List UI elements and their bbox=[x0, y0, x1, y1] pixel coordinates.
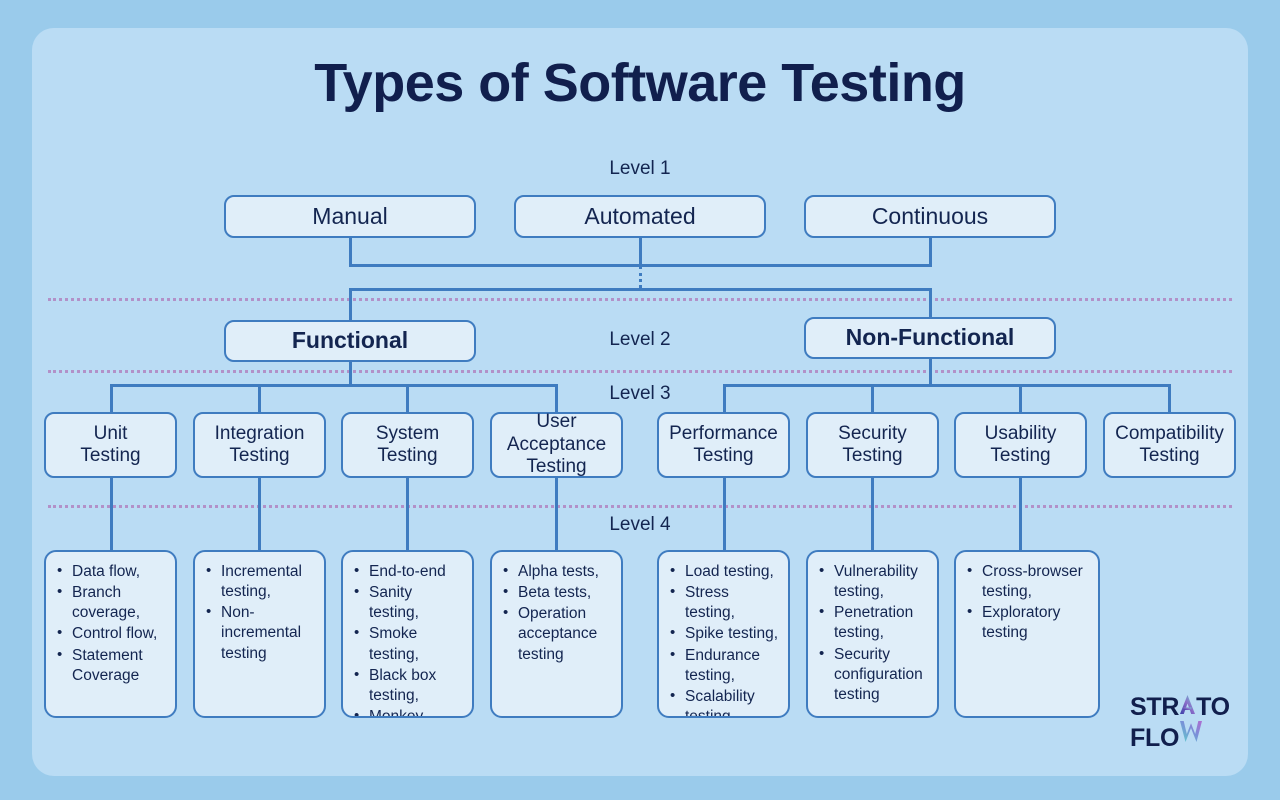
logo-letter-w bbox=[1179, 720, 1203, 751]
connector-security-to-details bbox=[871, 478, 874, 550]
node-security-testing[interactable]: Security Testing bbox=[806, 412, 939, 478]
connector-usability-to-details bbox=[1019, 478, 1022, 550]
node-usability-testing[interactable]: Usability Testing bbox=[954, 412, 1087, 478]
details-unit-testing[interactable]: Data flow,Branch coverage,Control flow,S… bbox=[44, 550, 177, 718]
connector-nonfunctional-down bbox=[929, 359, 932, 384]
level-1-label: Level 1 bbox=[609, 158, 671, 179]
details-list-item: Stress testing, bbox=[670, 582, 780, 623]
connector-to-compatibility-testing bbox=[1168, 384, 1171, 412]
node-compatibility-testing[interactable]: Compatibility Testing bbox=[1103, 412, 1236, 478]
details-list-item: Monkey testing bbox=[354, 706, 464, 716]
details-list-item: Sanity testing, bbox=[354, 582, 464, 623]
diagram-canvas: Types of Software Testing Level 1 Level … bbox=[0, 0, 1280, 800]
details-list-item: Branch coverage, bbox=[57, 582, 167, 623]
connector-bus-to-functional bbox=[349, 288, 352, 320]
details-user-acceptance-testing[interactable]: Alpha tests,Beta tests,Operation accepta… bbox=[490, 550, 623, 718]
connector-functional-bus bbox=[110, 384, 558, 387]
node-automated[interactable]: Automated bbox=[514, 195, 766, 238]
connector-performance-to-details bbox=[723, 478, 726, 550]
connector-integration-to-details bbox=[258, 478, 261, 550]
details-list: Vulnerability testing,Penetration testin… bbox=[812, 561, 929, 705]
details-list-item: Spike testing, bbox=[670, 623, 780, 644]
node-integration-testing[interactable]: Integration Testing bbox=[193, 412, 326, 478]
details-list: Alpha tests,Beta tests,Operation accepta… bbox=[496, 561, 613, 665]
details-list: Incremental testing,Non-incremental test… bbox=[199, 561, 316, 664]
connector-level2-bus bbox=[349, 288, 932, 291]
details-security-testing[interactable]: Vulnerability testing,Penetration testin… bbox=[806, 550, 939, 718]
connector-to-unit-testing bbox=[110, 384, 113, 412]
details-list: Data flow,Branch coverage,Control flow,S… bbox=[50, 561, 167, 686]
connector-to-integration-testing bbox=[258, 384, 261, 412]
node-non-functional[interactable]: Non-Functional bbox=[804, 317, 1056, 359]
connector-to-usability-testing bbox=[1019, 384, 1022, 412]
details-list-item: End-to-end bbox=[354, 561, 464, 582]
connector-continuous-down bbox=[929, 238, 932, 266]
connector-bus-to-nonfunctional bbox=[929, 288, 932, 318]
node-manual[interactable]: Manual bbox=[224, 195, 476, 238]
details-list: End-to-endSanity testing,Smoke testing,B… bbox=[347, 561, 464, 716]
level-3-label: Level 3 bbox=[609, 383, 671, 404]
details-list-item: Security configuration testing bbox=[819, 644, 929, 705]
logo-text-to: TO bbox=[1196, 693, 1230, 721]
level-4-label: Level 4 bbox=[609, 514, 671, 535]
details-system-testing[interactable]: End-to-endSanity testing,Smoke testing,B… bbox=[341, 550, 474, 718]
details-list-item: Data flow, bbox=[57, 561, 167, 582]
details-list: Cross-browser testing,Exploratory testin… bbox=[960, 561, 1090, 644]
details-list-item: Beta tests, bbox=[503, 582, 613, 603]
node-continuous[interactable]: Continuous bbox=[804, 195, 1056, 238]
details-integration-testing[interactable]: Incremental testing,Non-incremental test… bbox=[193, 550, 326, 718]
connector-manual-down bbox=[349, 238, 352, 266]
node-functional[interactable]: Functional bbox=[224, 320, 476, 362]
level-2-label: Level 2 bbox=[609, 329, 671, 350]
node-user-acceptance-testing[interactable]: User Acceptance Testing bbox=[490, 411, 623, 478]
connector-to-security-testing bbox=[871, 384, 874, 412]
details-list-item: Non-incremental testing bbox=[206, 602, 316, 663]
details-list-item: Scalability testing bbox=[670, 686, 780, 716]
details-list-item: Black box testing, bbox=[354, 665, 464, 706]
details-list-item: Smoke testing, bbox=[354, 623, 464, 664]
logo-letter-a bbox=[1179, 693, 1196, 720]
connector-automated-down bbox=[639, 238, 642, 266]
details-list-item: Exploratory testing bbox=[967, 602, 1090, 643]
details-list-item: Operation acceptance testing bbox=[503, 603, 613, 664]
details-list: Load testing,Stress testing,Spike testin… bbox=[663, 561, 780, 716]
node-unit-testing[interactable]: Unit Testing bbox=[44, 412, 177, 478]
details-list-item: Cross-browser testing, bbox=[967, 561, 1090, 602]
details-performance-testing[interactable]: Load testing,Stress testing,Spike testin… bbox=[657, 550, 790, 718]
details-list-item: Alpha tests, bbox=[503, 561, 613, 582]
connector-functional-down bbox=[349, 362, 352, 386]
logo-text-str: STR bbox=[1130, 693, 1180, 721]
details-list-item: Vulnerability testing, bbox=[819, 561, 929, 602]
details-list-item: Load testing, bbox=[670, 561, 780, 582]
details-list-item: Control flow, bbox=[57, 623, 167, 644]
stratoflow-logo: STR TO FLO bbox=[1130, 693, 1240, 750]
connector-level1-to-level2-dotted bbox=[639, 266, 642, 288]
details-list-item: Incremental testing, bbox=[206, 561, 316, 602]
connector-unit-to-details bbox=[110, 478, 113, 550]
connector-to-system-testing bbox=[406, 384, 409, 412]
node-performance-testing[interactable]: Performance Testing bbox=[657, 412, 790, 478]
connector-nonfunctional-bus bbox=[723, 384, 1171, 387]
details-list-item: Penetration testing, bbox=[819, 602, 929, 643]
details-usability-testing[interactable]: Cross-browser testing,Exploratory testin… bbox=[954, 550, 1100, 718]
page-title: Types of Software Testing bbox=[314, 53, 966, 113]
logo-text-flo: FLO bbox=[1130, 723, 1180, 752]
separator-level3-level4 bbox=[48, 505, 1232, 508]
connector-to-performance-testing bbox=[723, 384, 726, 412]
separator-level1-level2 bbox=[48, 298, 1232, 301]
connector-to-user-acceptance-testing bbox=[555, 384, 558, 412]
details-list-item: Endurance testing, bbox=[670, 645, 780, 686]
logo-line-flow: FLO bbox=[1130, 720, 1240, 751]
logo-line-strato: STR TO bbox=[1130, 693, 1240, 720]
details-list-item: Statement Coverage bbox=[57, 645, 167, 686]
node-system-testing[interactable]: System Testing bbox=[341, 412, 474, 478]
connector-uat-to-details bbox=[555, 478, 558, 550]
connector-system-to-details bbox=[406, 478, 409, 550]
separator-level2-level3 bbox=[48, 370, 1232, 373]
